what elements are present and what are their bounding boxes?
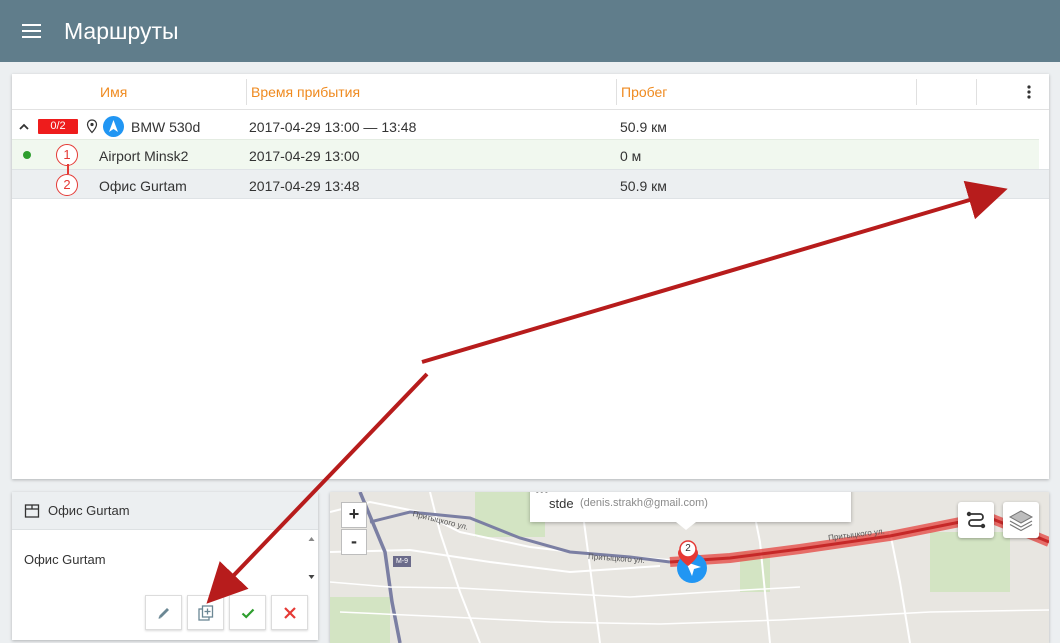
- table-header: Имя Время прибытия Пробег: [12, 74, 1049, 110]
- edit-button[interactable]: [145, 595, 182, 630]
- point-connector-line: [67, 164, 69, 174]
- point-mileage: 0 м: [620, 148, 642, 164]
- chevron-up-icon[interactable]: [18, 121, 30, 133]
- visited-status-dot: [23, 151, 31, 159]
- road-badge: M-9: [393, 556, 411, 567]
- map-popup: ••• stde (denis.strakh@gmail.com): [530, 492, 851, 522]
- popup-menu-dots[interactable]: •••: [535, 492, 549, 498]
- column-divider[interactable]: [246, 79, 247, 105]
- routes-table: Имя Время прибытия Пробег 0/2 BMW 530d 2…: [12, 74, 1049, 479]
- point-editor: Офис Gurtam Офис Gurtam: [12, 492, 318, 640]
- scrollbar[interactable]: [307, 534, 316, 582]
- editor-title: Офис Gurtam: [48, 503, 130, 518]
- hamburger-icon: [22, 24, 41, 38]
- point-number: 2: [56, 174, 78, 196]
- box-icon: [24, 503, 40, 518]
- editor-textarea[interactable]: Офис Gurtam: [12, 530, 318, 580]
- column-divider[interactable]: [616, 79, 617, 105]
- app-bar: Маршруты: [0, 0, 1060, 62]
- point-number: 1: [56, 144, 78, 166]
- point-name: Офис Gurtam: [99, 178, 187, 194]
- layers-button[interactable]: [1003, 502, 1039, 538]
- point-mileage: 50.9 км: [620, 178, 667, 194]
- route-point-row[interactable]: 2 Офис Gurtam 2017-04-29 13:48 50.9 км: [12, 169, 1049, 199]
- map-marker-number[interactable]: 2: [683, 543, 693, 554]
- more-vert-icon: [1027, 85, 1031, 99]
- popup-user-email: (denis.strakh@gmail.com): [580, 497, 708, 509]
- confirm-button[interactable]: [229, 595, 266, 630]
- checkmark-icon: [241, 608, 254, 619]
- copy-add-icon: [197, 604, 213, 621]
- close-icon: [283, 606, 296, 619]
- route-toggle-button[interactable]: [958, 502, 994, 538]
- point-arrival: 2017-04-29 13:00: [249, 148, 360, 164]
- status-badge: 0/2: [38, 119, 78, 134]
- zoom-out-button[interactable]: -: [341, 529, 367, 555]
- point-name: Airport Minsk2: [99, 148, 189, 164]
- menu-button[interactable]: [0, 0, 64, 62]
- route-path-icon: [966, 511, 986, 529]
- duplicate-button[interactable]: [187, 595, 224, 630]
- column-divider[interactable]: [976, 79, 977, 105]
- popup-user-name: stde: [549, 496, 574, 511]
- pencil-icon: [158, 607, 169, 619]
- page-title: Маршруты: [64, 17, 179, 44]
- popup-pointer: [676, 522, 696, 530]
- location-pin-icon: [86, 119, 98, 134]
- editor-header: Офис Gurtam: [12, 492, 318, 530]
- point-arrival: 2017-04-29 13:48: [249, 178, 360, 194]
- cancel-button[interactable]: [271, 595, 308, 630]
- route-point-row[interactable]: 1 Airport Minsk2 2017-04-29 13:00 0 м: [12, 139, 1039, 169]
- column-header-arrival[interactable]: Время прибытия: [251, 74, 360, 110]
- column-header-mileage[interactable]: Пробег: [621, 74, 667, 110]
- layers-icon: [1008, 510, 1034, 532]
- column-header-name[interactable]: Имя: [100, 74, 127, 110]
- route-row[interactable]: 0/2 BMW 530d 2017-04-29 13:00 — 13:48 50…: [12, 111, 1039, 139]
- zoom-in-button[interactable]: +: [341, 502, 367, 528]
- column-divider[interactable]: [916, 79, 917, 105]
- unit-navigation-icon: [103, 116, 124, 137]
- more-options-button[interactable]: [1015, 78, 1043, 106]
- map-view[interactable]: Притыцкого ул. Притыцкого ул. Притыцкого…: [330, 492, 1049, 643]
